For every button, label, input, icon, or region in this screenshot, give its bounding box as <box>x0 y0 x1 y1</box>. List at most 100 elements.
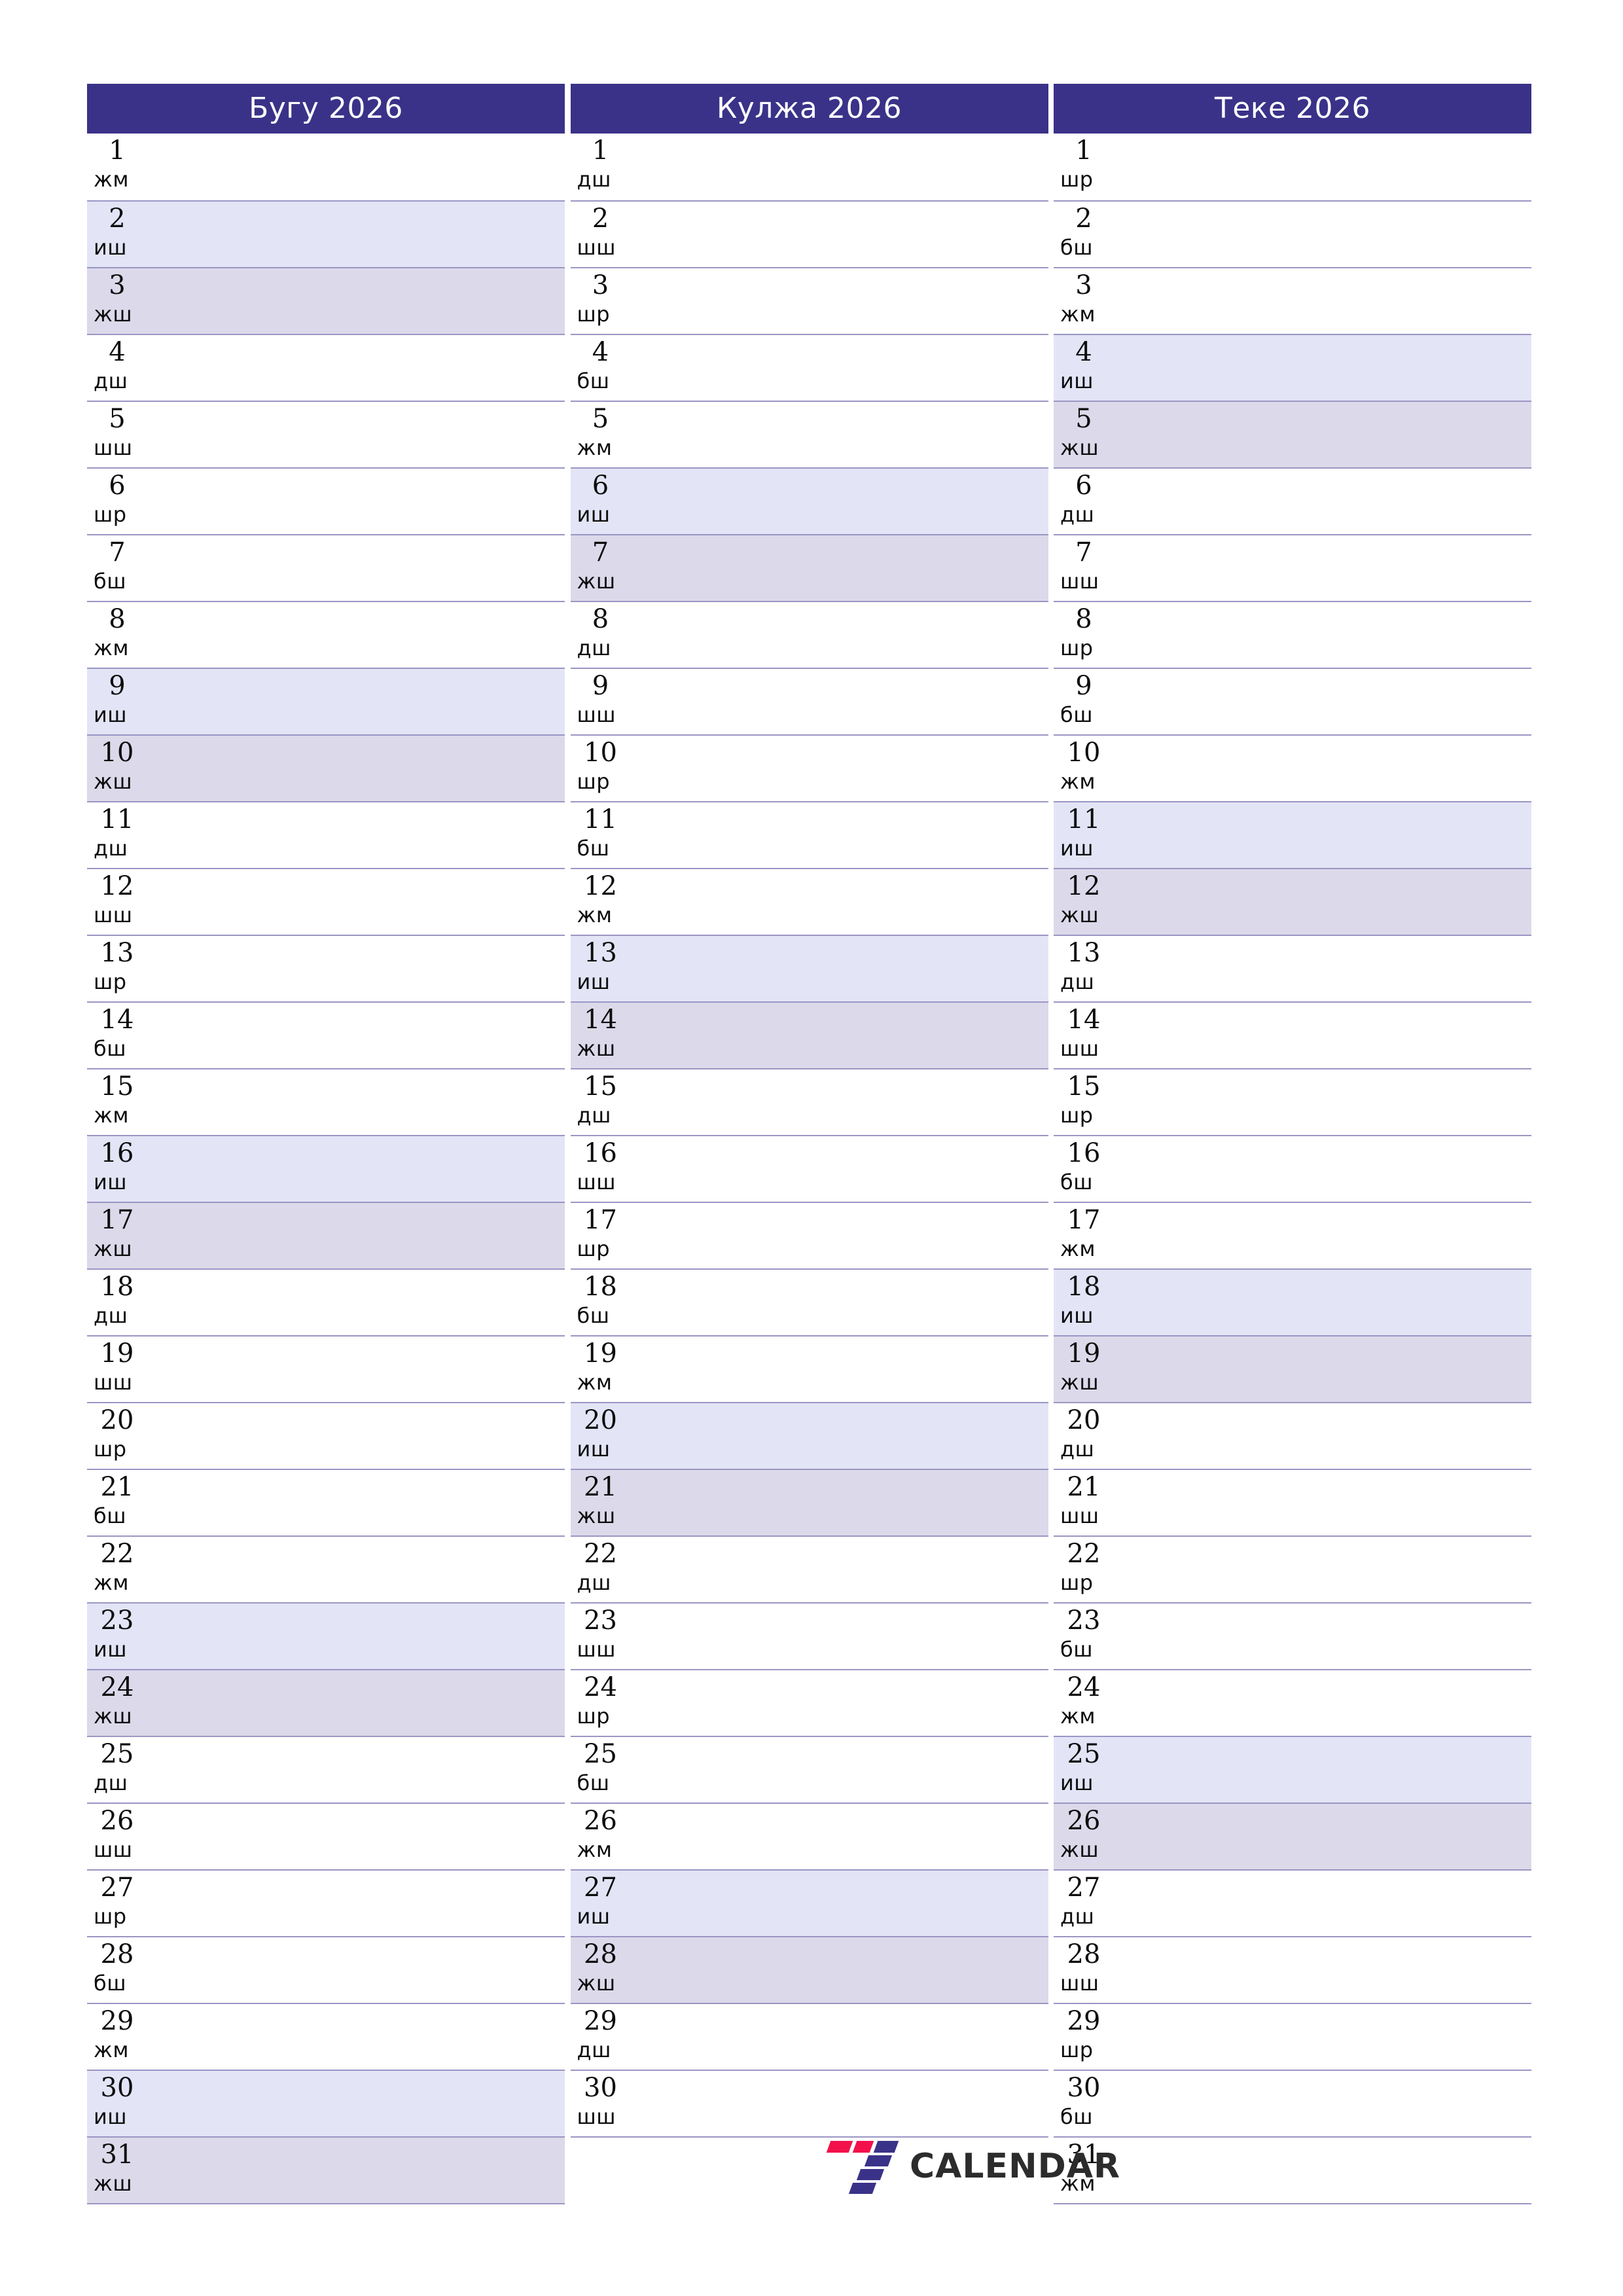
day-row[interactable]: 27 шр <box>87 1869 565 1936</box>
day-row[interactable]: 26 жш <box>1054 1803 1531 1869</box>
day-row[interactable]: 28 жш <box>570 1936 1048 2003</box>
day-number: 7 <box>592 537 609 567</box>
day-row[interactable]: 17 жм <box>1054 1202 1531 1268</box>
day-row[interactable]: 30 шш <box>570 2070 1048 2136</box>
day-row[interactable]: 16 бш <box>1054 1135 1531 1202</box>
day-row[interactable]: 21 шш <box>1054 1469 1531 1535</box>
day-row[interactable]: 20 дш <box>1054 1402 1531 1469</box>
day-row[interactable]: 29 шр <box>1054 2003 1531 2070</box>
day-row[interactable]: 25 бш <box>570 1736 1048 1803</box>
day-row[interactable]: 29 дш <box>570 2003 1048 2070</box>
day-row[interactable]: 12 жм <box>570 868 1048 935</box>
day-row[interactable]: 27 иш <box>570 1869 1048 1936</box>
day-row[interactable]: 2 иш <box>87 200 565 267</box>
day-row[interactable]: 21 жш <box>570 1469 1048 1535</box>
day-row[interactable]: 3 шр <box>570 267 1048 334</box>
day-row[interactable]: 13 иш <box>570 935 1048 1001</box>
day-row[interactable]: 15 шр <box>1054 1068 1531 1135</box>
day-row[interactable]: 12 жш <box>1054 868 1531 935</box>
day-row[interactable]: 18 иш <box>1054 1268 1531 1335</box>
day-row[interactable]: 6 иш <box>570 467 1048 534</box>
day-row[interactable]: 17 шр <box>570 1202 1048 1268</box>
day-weekday-abbr: шш <box>1060 569 1099 594</box>
day-row[interactable]: 1 шр <box>1054 134 1531 200</box>
day-row[interactable]: 24 жш <box>87 1669 565 1736</box>
day-row[interactable]: 4 дш <box>87 334 565 401</box>
day-row[interactable]: 13 шр <box>87 935 565 1001</box>
day-row[interactable]: 13 дш <box>1054 935 1531 1001</box>
day-row[interactable]: 19 шш <box>87 1335 565 1402</box>
day-row[interactable]: 6 шр <box>87 467 565 534</box>
day-row[interactable]: 20 шр <box>87 1402 565 1469</box>
day-row[interactable]: 24 жм <box>1054 1669 1531 1736</box>
day-row[interactable]: 25 иш <box>1054 1736 1531 1803</box>
day-row[interactable]: 23 бш <box>1054 1602 1531 1669</box>
day-row[interactable]: 28 бш <box>87 1936 565 2003</box>
day-row[interactable]: 31 жм <box>1054 2136 1531 2203</box>
day-row[interactable]: 30 бш <box>1054 2070 1531 2136</box>
day-row[interactable]: 22 шр <box>1054 1535 1531 1602</box>
day-number: 26 <box>584 1806 617 1836</box>
day-row[interactable]: 11 дш <box>87 801 565 868</box>
day-number: 30 <box>100 2073 134 2103</box>
day-row[interactable]: 17 жш <box>87 1202 565 1268</box>
day-row[interactable]: 6 дш <box>1054 467 1531 534</box>
day-row[interactable]: 10 жш <box>87 734 565 801</box>
day-row[interactable]: 31 жш <box>87 2136 565 2203</box>
day-row[interactable]: 25 дш <box>87 1736 565 1803</box>
day-row[interactable]: 9 бш <box>1054 668 1531 734</box>
day-row[interactable]: 16 иш <box>87 1135 565 1202</box>
day-row[interactable]: 14 шш <box>1054 1001 1531 1068</box>
day-row[interactable]: 19 жм <box>570 1335 1048 1402</box>
day-row[interactable]: 26 шш <box>87 1803 565 1869</box>
day-row[interactable]: 7 бш <box>87 534 565 601</box>
day-row[interactable]: 27 дш <box>1054 1869 1531 1936</box>
day-row[interactable]: 14 жш <box>570 1001 1048 1068</box>
day-row[interactable]: 19 жш <box>1054 1335 1531 1402</box>
day-weekday-abbr: бш <box>1060 235 1094 260</box>
day-row[interactable]: 20 иш <box>570 1402 1048 1469</box>
day-row[interactable]: 11 бш <box>570 801 1048 868</box>
day-row[interactable]: 3 жш <box>87 267 565 334</box>
day-row[interactable]: 18 дш <box>87 1268 565 1335</box>
day-row[interactable]: 4 бш <box>570 334 1048 401</box>
day-row[interactable]: 1 дш <box>570 134 1048 200</box>
day-row[interactable]: 9 иш <box>87 668 565 734</box>
day-row[interactable]: 8 шр <box>1054 601 1531 668</box>
day-row[interactable]: 30 иш <box>87 2070 565 2136</box>
day-row[interactable]: 23 шш <box>570 1602 1048 1669</box>
day-row[interactable]: 2 бш <box>1054 200 1531 267</box>
day-row[interactable]: 22 жм <box>87 1535 565 1602</box>
day-row[interactable]: 1 жм <box>87 134 565 200</box>
day-row[interactable]: 5 жм <box>570 401 1048 467</box>
day-row[interactable]: 21 бш <box>87 1469 565 1535</box>
day-row[interactable]: 22 дш <box>570 1535 1048 1602</box>
day-row[interactable]: 24 шр <box>570 1669 1048 1736</box>
day-row[interactable]: 7 жш <box>570 534 1048 601</box>
day-row[interactable]: 26 жм <box>570 1803 1048 1869</box>
day-row[interactable]: 5 шш <box>87 401 565 467</box>
day-row[interactable]: 23 иш <box>87 1602 565 1669</box>
day-row[interactable]: 14 бш <box>87 1001 565 1068</box>
day-row[interactable]: 11 иш <box>1054 801 1531 868</box>
day-weekday-abbr: шр <box>1060 1570 1094 1595</box>
day-row[interactable]: 5 жш <box>1054 401 1531 467</box>
day-row[interactable]: 12 шш <box>87 868 565 935</box>
day-row[interactable]: 29 жм <box>87 2003 565 2070</box>
day-row[interactable]: 9 шш <box>570 668 1048 734</box>
day-row[interactable]: 10 жм <box>1054 734 1531 801</box>
day-row[interactable]: 7 шш <box>1054 534 1531 601</box>
day-row[interactable]: 18 бш <box>570 1268 1048 1335</box>
day-row[interactable]: 28 шш <box>1054 1936 1531 2003</box>
day-row[interactable]: 8 жм <box>87 601 565 668</box>
day-row[interactable]: 15 жм <box>87 1068 565 1135</box>
day-row[interactable]: 10 шр <box>570 734 1048 801</box>
day-row[interactable]: 2 шш <box>570 200 1048 267</box>
day-row[interactable]: 4 иш <box>1054 334 1531 401</box>
day-row[interactable]: 16 шш <box>570 1135 1048 1202</box>
day-weekday-abbr: бш <box>94 1036 127 1061</box>
day-row[interactable]: 3 жм <box>1054 267 1531 334</box>
day-list-1: 1 жм 2 иш 3 жш 4 дш 5 шш 6 шр 7 бш 8 жм 9 иш 10 жш 11 дш 12 шш 1… <box>87 134 565 2204</box>
day-row[interactable]: 8 дш <box>570 601 1048 668</box>
day-row[interactable]: 15 дш <box>570 1068 1048 1135</box>
